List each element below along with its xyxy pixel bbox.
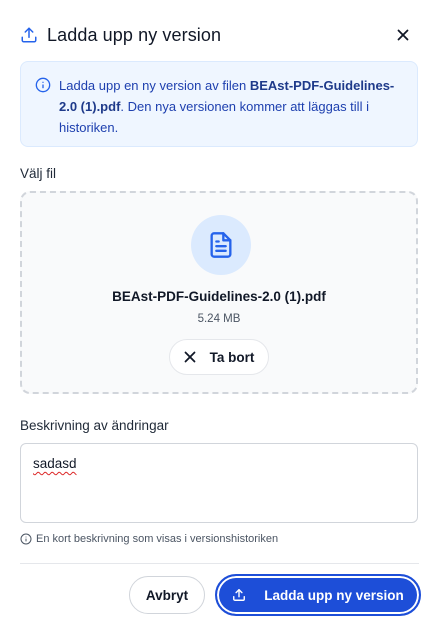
info-banner: Ladda upp en ny version av filen BEAst-P…: [20, 61, 418, 147]
close-icon: [397, 29, 409, 41]
remove-file-button[interactable]: Ta bort: [169, 339, 269, 375]
description-value: sadasd: [33, 456, 77, 471]
document-icon: [191, 215, 251, 275]
upload-new-version-button[interactable]: Ladda upp ny version: [215, 574, 421, 616]
dialog-title: Ladda upp ny version: [47, 24, 222, 45]
file-dropzone[interactable]: BEAst-PDF-Guidelines-2.0 (1).pdf 5.24 MB…: [20, 191, 418, 394]
cancel-button[interactable]: Avbryt: [129, 576, 205, 614]
close-button[interactable]: [393, 25, 413, 45]
description-hint: En kort beskrivning som visas i versions…: [20, 533, 278, 545]
info-text-before: Ladda upp en ny version av filen: [59, 78, 250, 93]
close-icon: [184, 351, 196, 363]
selected-file-name: BEAst-PDF-Guidelines-2.0 (1).pdf: [112, 289, 326, 304]
upload-icon: [232, 588, 246, 602]
description-hint-text: En kort beskrivning som visas i versions…: [36, 533, 279, 545]
info-icon: [35, 77, 51, 93]
upload-button-label: Ladda upp ny version: [264, 587, 404, 603]
footer-divider: [20, 563, 419, 564]
remove-file-label: Ta bort: [209, 349, 255, 365]
info-text: Ladda upp en ny version av filen BEAst-P…: [59, 75, 403, 146]
description-textarea[interactable]: sadasd: [20, 443, 418, 523]
description-label: Beskrivning av ändringar: [20, 418, 169, 433]
dialog-header: Ladda upp ny version: [20, 22, 419, 48]
upload-icon: [20, 26, 38, 44]
selected-file-size: 5.24 MB: [197, 313, 241, 325]
file-section-label: Välj fil: [20, 166, 57, 181]
info-icon: [20, 533, 32, 545]
